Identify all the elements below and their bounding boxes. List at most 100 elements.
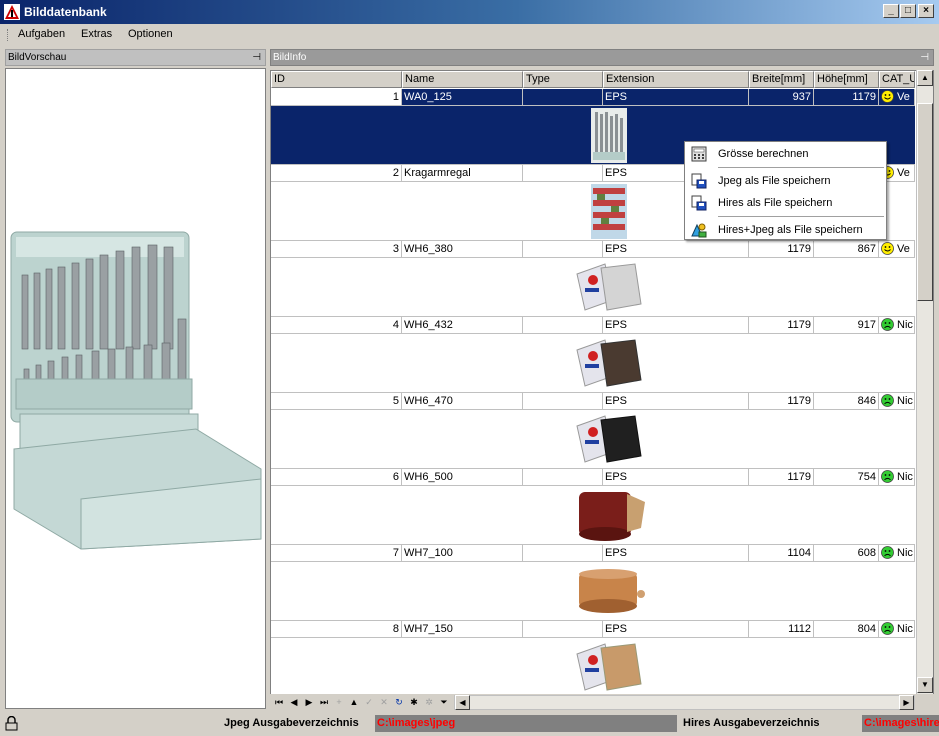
cell-breite[interactable]: 1104	[749, 545, 814, 562]
cell-name[interactable]: WH7_100	[402, 545, 523, 562]
cell-id[interactable]: 6	[271, 469, 402, 486]
table-row[interactable]: 8 WH7_150 EPS 1112 804 Nic	[271, 621, 915, 638]
cell-extension[interactable]: EPS	[603, 621, 749, 638]
cell-name[interactable]: WH6_470	[402, 393, 523, 410]
cell-type[interactable]	[523, 165, 603, 182]
menu-optionen[interactable]: Optionen	[128, 28, 173, 40]
column-header-id[interactable]: ID	[271, 71, 402, 88]
column-header-breite[interactable]: Breite[mm]	[749, 71, 814, 88]
column-header-hoehe[interactable]: Höhe[mm]	[814, 71, 879, 88]
ctx-hires-speichern[interactable]: Hires als File speichern	[685, 193, 886, 213]
cell-extension[interactable]: EPS	[603, 545, 749, 562]
cell-name[interactable]: Kragarmregal	[402, 165, 523, 182]
cell-breite[interactable]: 1179	[749, 469, 814, 486]
cell-type[interactable]	[523, 393, 603, 410]
cell-id[interactable]: 3	[271, 241, 402, 258]
ctx-hires-jpeg-speichern[interactable]: Hires+Jpeg als File speichern	[685, 220, 886, 240]
image-row[interactable]	[271, 258, 915, 317]
cell-extension[interactable]: EPS	[603, 89, 749, 106]
minimize-button[interactable]: _	[883, 4, 899, 18]
image-row[interactable]	[271, 562, 915, 621]
cell-name[interactable]: WA0_125	[402, 89, 523, 106]
cell-type[interactable]	[523, 469, 603, 486]
cell-cat-u[interactable]: Nic	[879, 545, 915, 562]
scroll-down-button[interactable]: ▼	[917, 677, 933, 693]
table-row[interactable]: 6 WH6_500 EPS 1179 754 Nic	[271, 469, 915, 486]
cell-hoehe[interactable]: 917	[814, 317, 879, 334]
cell-hoehe[interactable]: 1179	[814, 89, 879, 106]
pin-icon[interactable]: ⊣	[252, 50, 261, 65]
scroll-up-button[interactable]: ▲	[917, 70, 933, 86]
pin-icon[interactable]: ⊣	[920, 50, 929, 65]
nav-cancel-button[interactable]: ✕	[377, 695, 391, 709]
cell-cat-u[interactable]: Nic	[879, 317, 915, 334]
cell-id[interactable]: 5	[271, 393, 402, 410]
nav-refresh-button[interactable]: ↻	[392, 695, 406, 709]
nav-filter-button[interactable]: ⏷	[437, 695, 451, 709]
jpeg-output-path[interactable]: C:\images\jpeg	[375, 715, 677, 732]
cell-cat-u[interactable]: Nic	[879, 621, 915, 638]
cell-hoehe[interactable]: 608	[814, 545, 879, 562]
scroll-left-button[interactable]: ◀	[455, 695, 470, 710]
column-header-cat-u[interactable]: CAT_U	[879, 71, 915, 88]
column-header-name[interactable]: Name	[402, 71, 523, 88]
cell-id[interactable]: 8	[271, 621, 402, 638]
cell-name[interactable]: WH6_500	[402, 469, 523, 486]
cell-id[interactable]: 7	[271, 545, 402, 562]
cell-cat-u[interactable]: Ve	[879, 241, 915, 258]
nav-prior-button[interactable]: ◀	[287, 695, 301, 709]
cell-breite[interactable]: 1112	[749, 621, 814, 638]
nav-goto-bookmark-button[interactable]: ✲	[422, 695, 436, 709]
cell-type[interactable]	[523, 89, 603, 106]
cell-cat-u[interactable]: Nic	[879, 393, 915, 410]
hires-output-path[interactable]: C:\images\hires	[862, 715, 939, 732]
cell-cat-u[interactable]: Ve	[879, 89, 915, 106]
table-row[interactable]: 3 WH6_380 EPS 1179 867 Ve	[271, 241, 915, 258]
column-header-extension[interactable]: Extension	[603, 71, 749, 88]
cell-extension[interactable]: EPS	[603, 241, 749, 258]
menu-aufgaben[interactable]: Aufgaben	[18, 28, 65, 40]
cell-hoehe[interactable]: 867	[814, 241, 879, 258]
cell-type[interactable]	[523, 241, 603, 258]
maximize-button[interactable]: □	[900, 4, 916, 18]
cell-cat-u[interactable]: Nic	[879, 469, 915, 486]
nav-bookmark-button[interactable]: ✱	[407, 695, 421, 709]
cell-breite[interactable]: 1179	[749, 241, 814, 258]
close-button[interactable]: ×	[918, 4, 934, 18]
cell-extension[interactable]: EPS	[603, 317, 749, 334]
cell-breite[interactable]: 1179	[749, 317, 814, 334]
image-row[interactable]	[271, 638, 915, 697]
vertical-scrollbar[interactable]: ▲ ▼	[916, 70, 933, 694]
image-row[interactable]	[271, 334, 915, 393]
cell-name[interactable]: WH6_432	[402, 317, 523, 334]
cell-breite[interactable]: 1179	[749, 393, 814, 410]
table-row[interactable]: 4 WH6_432 EPS 1179 917 Nic	[271, 317, 915, 334]
nav-post-button[interactable]: ✓	[362, 695, 376, 709]
nav-delete-button[interactable]: ▲	[347, 695, 361, 709]
table-row[interactable]: 5 WH6_470 EPS 1179 846 Nic	[271, 393, 915, 410]
cell-extension[interactable]: EPS	[603, 393, 749, 410]
nav-insert-button[interactable]: +	[332, 695, 346, 709]
cell-name[interactable]: WH7_150	[402, 621, 523, 638]
scroll-right-button[interactable]: ▶	[899, 695, 914, 710]
column-header-type[interactable]: Type	[523, 71, 603, 88]
image-row[interactable]	[271, 410, 915, 469]
cell-type[interactable]	[523, 621, 603, 638]
image-row[interactable]	[271, 486, 915, 545]
cell-hoehe[interactable]: 804	[814, 621, 879, 638]
cell-extension[interactable]: EPS	[603, 469, 749, 486]
cell-name[interactable]: WH6_380	[402, 241, 523, 258]
ctx-groesse-berechnen[interactable]: Grösse berechnen	[685, 144, 886, 164]
cell-hoehe[interactable]: 754	[814, 469, 879, 486]
scroll-thumb[interactable]	[917, 103, 933, 301]
cell-breite[interactable]: 937	[749, 89, 814, 106]
cell-id[interactable]: 4	[271, 317, 402, 334]
menu-extras[interactable]: Extras	[81, 28, 112, 40]
nav-first-button[interactable]: ⏮	[272, 695, 286, 709]
cell-type[interactable]	[523, 545, 603, 562]
ctx-jpeg-speichern[interactable]: Jpeg als File speichern	[685, 171, 886, 191]
nav-next-button[interactable]: ▶	[302, 695, 316, 709]
cell-id[interactable]: 1	[271, 89, 402, 106]
horizontal-scrollbar[interactable]: ◀ ▶	[454, 695, 915, 710]
cell-id[interactable]: 2	[271, 165, 402, 182]
